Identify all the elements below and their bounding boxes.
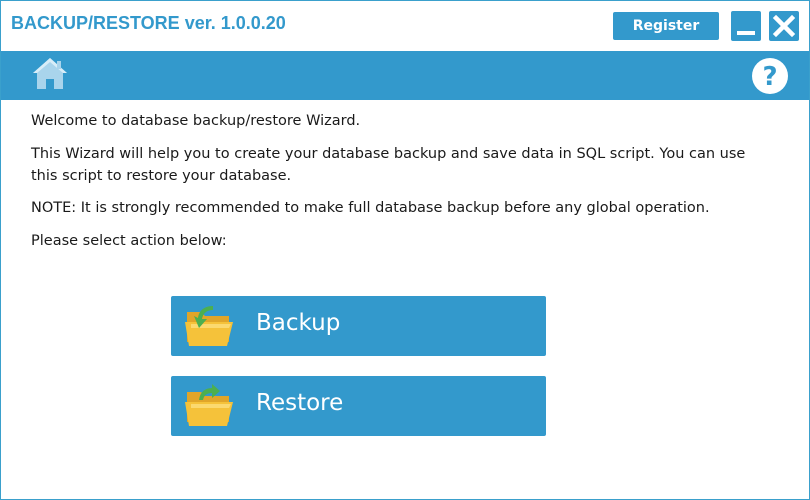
backup-label: Backup [256,310,341,336]
description-text: This Wizard will help you to create your… [31,146,746,184]
backup-button[interactable]: Backup [171,296,546,356]
app-window: BACKUP/RESTORE ver. 1.0.0.20 Register ? … [0,0,810,500]
prompt-text: Please select action below: [31,233,227,249]
register-button[interactable]: Register [613,12,719,40]
help-icon[interactable]: ? [751,57,789,95]
restore-label: Restore [256,390,344,416]
toolbar: ? [1,51,809,100]
note-text: NOTE: It is strongly recommended to make… [31,200,710,216]
folder-backup-icon [185,306,233,346]
svg-text:?: ? [762,62,777,92]
title-bar: BACKUP/RESTORE ver. 1.0.0.20 Register [1,1,809,51]
close-button[interactable] [769,11,799,41]
close-icon [772,14,796,38]
restore-button[interactable]: Restore [171,376,546,436]
minimize-button[interactable] [731,11,761,41]
home-icon[interactable] [31,56,69,92]
folder-restore-icon [185,384,233,426]
welcome-text: Welcome to database backup/restore Wizar… [31,113,361,129]
minimize-icon [737,31,755,35]
app-title: BACKUP/RESTORE ver. 1.0.0.20 [11,13,286,33]
